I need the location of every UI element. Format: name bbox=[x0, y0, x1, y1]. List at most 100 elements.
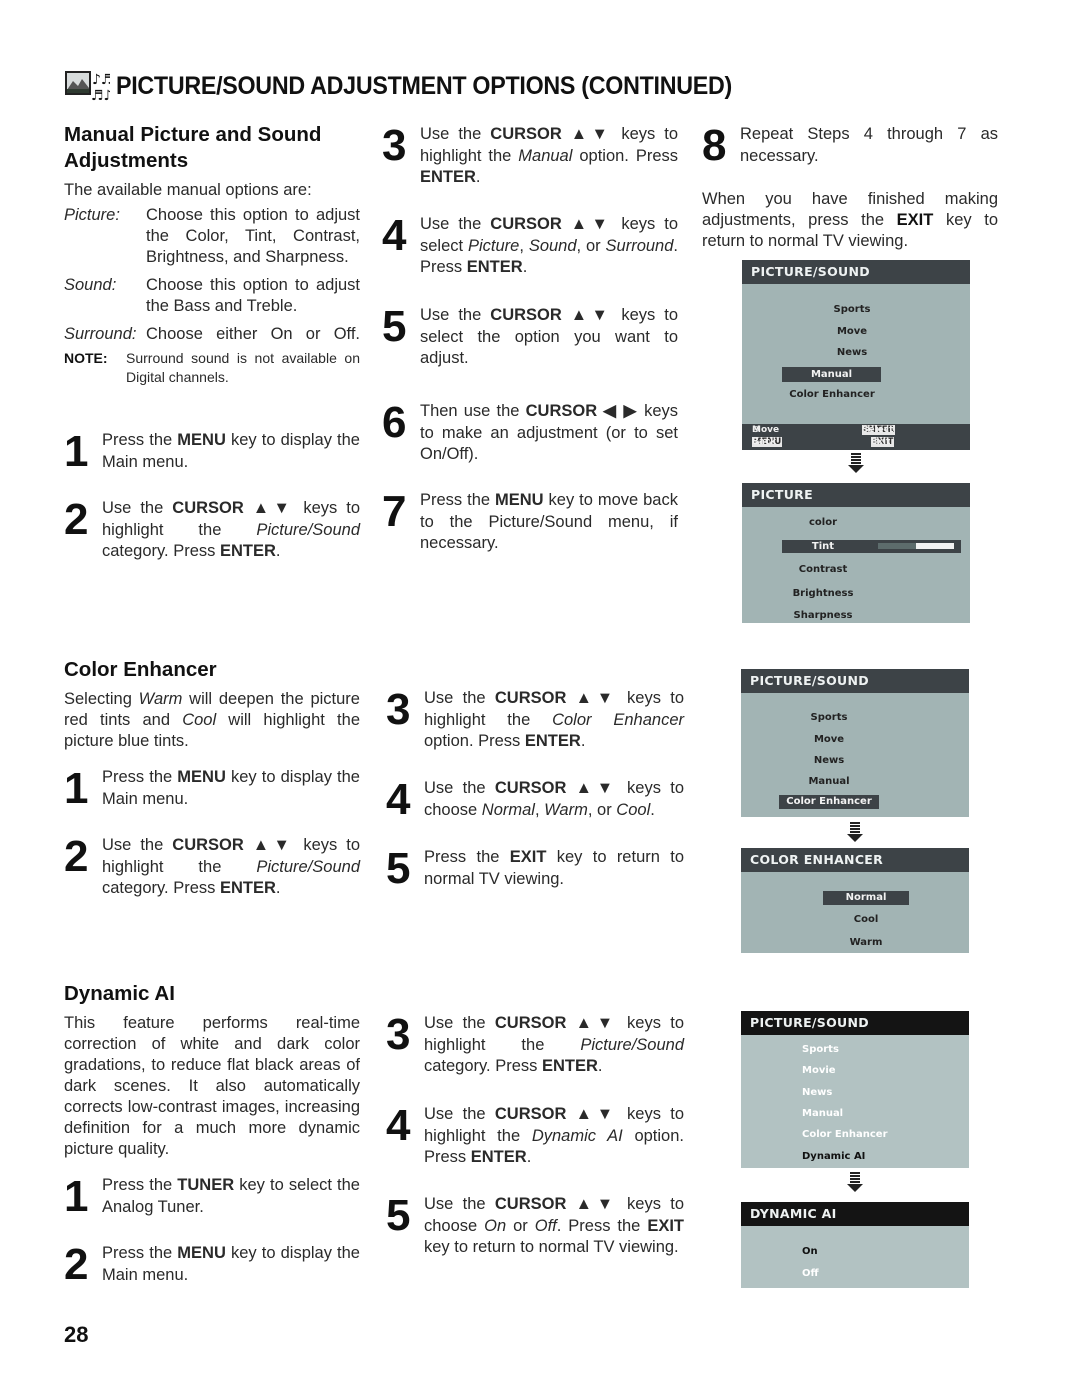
dynamic-ai-col1: Dynamic AI This feature performs real-ti… bbox=[64, 981, 360, 1160]
ce-step-4: 4 Use the CURSOR ▲▼ keys to choose Norma… bbox=[386, 778, 684, 822]
tint-slider[interactable] bbox=[878, 543, 955, 549]
option-def: Choose this option to adjust the Color, … bbox=[146, 206, 360, 266]
step-number: 2 bbox=[64, 495, 89, 544]
osd-item-color-enhancer[interactable]: Color Enhancer bbox=[782, 389, 882, 400]
option-def: Choose this option to adjust the Bass an… bbox=[146, 276, 360, 315]
manual-step-5: 5 Use the CURSOR ▲▼ keys to select the o… bbox=[382, 305, 678, 370]
note: NOTE: Surround sound is not available on… bbox=[64, 349, 360, 387]
page-number: 28 bbox=[64, 1322, 89, 1347]
osd-item-sharpness[interactable]: Sharpness bbox=[782, 610, 864, 621]
footer-label: Exit bbox=[871, 437, 891, 447]
osd-picture-sound-manual: PICTURE/SOUND Sports Move News Manual Co… bbox=[742, 260, 970, 450]
heading-line: Adjustments bbox=[64, 149, 189, 172]
step-text: Use the CURSOR ▲▼ keys to highlight the … bbox=[424, 689, 685, 750]
osd-picture: PICTURE color Tint Contrast Brightness S… bbox=[742, 483, 970, 623]
osd-item-off[interactable]: Off bbox=[802, 1268, 819, 1279]
dai-step-2: 2 Press the MENU key to display the Main… bbox=[64, 1243, 360, 1287]
manual-step-2: 2 Use the CURSOR ▲▼ keys to highlight th… bbox=[64, 498, 360, 563]
osd-item-news[interactable]: News bbox=[802, 1087, 832, 1098]
section-heading-color-enhancer: Color Enhancer bbox=[64, 658, 217, 681]
osd-item-warm[interactable]: Warm bbox=[823, 937, 909, 948]
footer-label: Select bbox=[862, 425, 894, 435]
osd-item-on[interactable]: On bbox=[802, 1246, 818, 1257]
step-number: 7 bbox=[382, 487, 407, 536]
osd-item-manual[interactable]: Manual bbox=[802, 1108, 843, 1119]
manual-step-8: 8 Repeat Steps 4 through 7 as necessary. bbox=[702, 124, 998, 168]
osd-item-news[interactable]: News bbox=[779, 755, 879, 766]
osd-item-news[interactable]: News bbox=[782, 347, 922, 358]
osd-item-manual[interactable]: Manual bbox=[782, 367, 881, 382]
tint-slider-fill bbox=[878, 543, 917, 549]
option-term: Picture: bbox=[64, 206, 120, 224]
osd-item-brightness[interactable]: Brightness bbox=[782, 588, 864, 599]
svg-text:♬♪: ♬♪ bbox=[91, 88, 110, 104]
heading-line: Manual Picture and Sound bbox=[64, 123, 322, 146]
step-text: Use the CURSOR ▲▼ keys to select the opt… bbox=[420, 306, 679, 367]
option-term: Surround: bbox=[64, 325, 137, 343]
page-title: PICTURE/SOUND ADJUSTMENT OPTIONS (CONTIN… bbox=[116, 71, 732, 100]
svg-text:♪♬: ♪♬ bbox=[92, 72, 110, 88]
dai-step-5: 5 Use the CURSOR ▲▼ keys to choose On or… bbox=[386, 1194, 684, 1259]
osd-picture-sound-ce: PICTURE/SOUND Sports Move News Manual Co… bbox=[741, 669, 969, 817]
osd-item-manual[interactable]: Manual bbox=[779, 776, 879, 787]
color-enhancer-intro: Selecting Warm will deepen the picture r… bbox=[64, 690, 360, 750]
osd-item-dynamic-ai[interactable]: Dynamic AI bbox=[802, 1151, 865, 1162]
osd-item-movie[interactable]: Movie bbox=[802, 1065, 836, 1076]
step-number: 5 bbox=[382, 302, 407, 351]
osd-item-tint[interactable]: Tint bbox=[782, 540, 961, 553]
step-text: Use the CURSOR ▲▼ keys to select Picture… bbox=[420, 215, 679, 276]
osd-item-color-enhancer[interactable]: Color Enhancer bbox=[802, 1129, 888, 1140]
osd-item-sports[interactable]: Sports bbox=[779, 712, 879, 723]
option-sound: Sound: Choose this option to adjust the … bbox=[64, 275, 360, 317]
step-number: 5 bbox=[386, 844, 411, 893]
osd-item-cool[interactable]: Cool bbox=[823, 914, 909, 925]
step-number: 4 bbox=[386, 775, 411, 824]
osd-color-enhancer: COLOR ENHANCER Normal Cool Warm bbox=[741, 848, 969, 953]
manual-options-list: Picture: Choose this option to adjust th… bbox=[64, 205, 360, 345]
step-text: Press the MENU key to display the Main m… bbox=[102, 1244, 360, 1284]
osd-item-move[interactable]: Move bbox=[779, 734, 879, 745]
section-heading-dynamic-ai: Dynamic AI bbox=[64, 982, 175, 1005]
dai-step-3: 3 Use the CURSOR ▲▼ keys to highlight th… bbox=[386, 1013, 684, 1078]
manual-step-3: 3 Use the CURSOR ▲▼ keys to highlight th… bbox=[382, 124, 678, 189]
step-text: Use the CURSOR ▲▼ keys to highlight the … bbox=[424, 1014, 685, 1075]
step-text: Use the CURSOR ▲▼ keys to highlight the … bbox=[102, 499, 361, 560]
osd-item-sports[interactable]: Sports bbox=[782, 304, 922, 315]
manual-closing: When you have finished making adjustment… bbox=[702, 190, 998, 250]
osd-footer: ⊖ Move ENTER Select MENU Back EXIT Exit bbox=[742, 424, 970, 450]
step-text: Press the MENU key to move back to the P… bbox=[420, 491, 678, 552]
manual-step-1: 1 Press the MENU key to display the Main… bbox=[64, 430, 360, 474]
osd-title: PICTURE bbox=[742, 483, 970, 507]
osd-body: Normal Cool Warm bbox=[741, 872, 969, 953]
step-number: 3 bbox=[382, 121, 407, 170]
osd-item-normal[interactable]: Normal bbox=[823, 891, 909, 905]
osd-body: On Off bbox=[741, 1226, 969, 1288]
step-text: Use the CURSOR ▲▼ keys to highlight the … bbox=[424, 1105, 685, 1166]
osd-item-contrast[interactable]: Contrast bbox=[782, 564, 864, 575]
option-surround: Surround: Choose either On or Off. bbox=[64, 324, 360, 345]
step-number: 2 bbox=[64, 1240, 89, 1289]
osd-body: color Tint Contrast Brightness Sharpness bbox=[742, 507, 970, 623]
manual-step-6: 6 Then use the CURSOR ◀ ▶ keys to make a… bbox=[382, 401, 678, 466]
step-number: 4 bbox=[382, 211, 407, 260]
osd-item-color-enhancer[interactable]: Color Enhancer bbox=[779, 795, 879, 809]
osd-title: PICTURE/SOUND bbox=[741, 669, 969, 693]
osd-body: Sports Movie News Manual Color Enhancer … bbox=[741, 1035, 969, 1168]
option-def: Choose either On or Off. bbox=[146, 325, 360, 343]
osd-body: Sports Move News Manual Color Enhancer bbox=[742, 284, 970, 424]
footer-label: Move bbox=[752, 425, 780, 435]
step-number: 3 bbox=[386, 1010, 411, 1059]
step-number: 1 bbox=[64, 764, 89, 813]
osd-item-color[interactable]: color bbox=[782, 517, 864, 528]
step-text: Press the MENU key to display the Main m… bbox=[102, 431, 360, 471]
osd-dynamic-ai: DYNAMIC AI On Off bbox=[741, 1202, 969, 1288]
osd-item-move[interactable]: Move bbox=[782, 326, 922, 337]
down-arrow-icon bbox=[847, 1172, 863, 1192]
manual-step-4: 4 Use the CURSOR ▲▼ keys to select Pictu… bbox=[382, 214, 678, 279]
step-text: Use the CURSOR ▲▼ keys to highlight the … bbox=[420, 125, 679, 186]
step-number: 5 bbox=[386, 1191, 411, 1240]
osd-item-sports[interactable]: Sports bbox=[802, 1044, 839, 1055]
step-text: Use the CURSOR ▲▼ keys to choose On or O… bbox=[424, 1195, 685, 1256]
down-arrow-icon bbox=[848, 453, 864, 473]
step-text: Press the TUNER key to select the Analog… bbox=[102, 1176, 360, 1216]
